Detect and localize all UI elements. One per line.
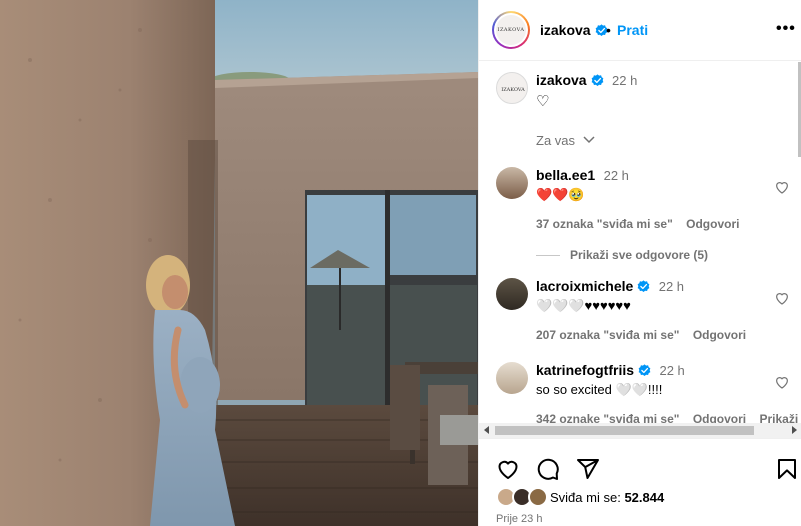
comment-text: ❤️❤️🥹 bbox=[536, 187, 585, 202]
comment-avatar[interactable] bbox=[496, 167, 528, 199]
comment-meta: 207 oznaka "sviđa mi se" Odgovori bbox=[536, 328, 791, 342]
header-username[interactable]: izakova bbox=[540, 22, 608, 38]
caption-time: 22 h bbox=[612, 73, 638, 88]
post-photo[interactable] bbox=[0, 0, 478, 526]
comments-list[interactable]: IZAKOVA izakova 22 h ♡ Za vas bella.ee1 … bbox=[479, 61, 801, 438]
avatar: IZAKOVA bbox=[496, 15, 526, 45]
comment-text: 🤍🤍🤍♥♥♥♥♥♥ bbox=[536, 298, 631, 313]
comment-heart-icon[interactable] bbox=[774, 374, 790, 390]
share-icon[interactable] bbox=[576, 457, 600, 481]
comment-likes[interactable]: 207 oznaka "sviđa mi se" bbox=[536, 328, 679, 342]
comment-username[interactable]: lacroixmichele bbox=[536, 278, 633, 294]
separator-dot: • bbox=[606, 22, 611, 38]
comment-likes[interactable]: 37 oznaka "sviđa mi se" bbox=[536, 217, 673, 231]
post-side-panel: IZAKOVA izakova • Prati ••• IZAKOVA izak… bbox=[478, 0, 801, 526]
bookmark-icon[interactable] bbox=[775, 457, 799, 481]
comment-meta: 37 oznaka "sviđa mi se" Odgovori bbox=[536, 217, 791, 231]
liker-avatar bbox=[528, 487, 548, 507]
scrollbar-thumb[interactable] bbox=[495, 426, 754, 435]
sort-comments-dropdown[interactable]: Za vas bbox=[536, 133, 595, 148]
caption-avatar[interactable]: IZAKOVA bbox=[496, 72, 528, 104]
horizontal-scrollbar[interactable] bbox=[479, 423, 801, 438]
svg-text:IZAKOVA: IZAKOVA bbox=[501, 87, 525, 93]
story-ring[interactable]: IZAKOVA bbox=[492, 11, 530, 49]
likes-prefix: Sviđa mi se: bbox=[550, 490, 621, 505]
comment-text: so so excited 🤍🤍!!!! bbox=[536, 382, 663, 397]
follow-button[interactable]: Prati bbox=[617, 22, 648, 38]
chevron-down-icon bbox=[583, 136, 595, 144]
view-replies-button[interactable]: Prikaži sve odgovore (5) bbox=[536, 248, 708, 262]
post-actions: Sviđa mi se: 52.844 Prije 23 h bbox=[479, 438, 801, 526]
comment-avatar[interactable] bbox=[496, 362, 528, 394]
comment-time: 22 h bbox=[658, 279, 685, 294]
more-icon[interactable]: ••• bbox=[776, 20, 796, 38]
caption-username[interactable]: izakova bbox=[536, 72, 587, 88]
comment-icon[interactable] bbox=[536, 457, 560, 481]
verified-badge-icon bbox=[591, 74, 603, 87]
comment-username[interactable]: bella.ee1 bbox=[536, 167, 595, 183]
comment-heart-icon[interactable] bbox=[774, 179, 790, 195]
reply-button[interactable]: Odgovori bbox=[686, 217, 739, 231]
replies-line bbox=[536, 255, 560, 257]
avatar-logo-icon: IZAKOVA bbox=[501, 87, 525, 93]
comment-time: 22 h bbox=[659, 363, 685, 378]
scroll-left-arrow[interactable] bbox=[484, 426, 489, 434]
post-header: IZAKOVA izakova • Prati ••• bbox=[479, 0, 801, 61]
vertical-scrollbar[interactable] bbox=[797, 62, 801, 438]
likes-count[interactable]: Sviđa mi se: 52.844 bbox=[550, 490, 664, 505]
reply-button[interactable]: Odgovori bbox=[693, 328, 746, 342]
likers-avatars[interactable] bbox=[496, 487, 552, 509]
verified-badge-icon bbox=[637, 280, 650, 293]
sort-label: Za vas bbox=[536, 133, 576, 148]
comment-avatar[interactable] bbox=[496, 278, 528, 310]
comment-username[interactable]: katrinefogtfriis bbox=[536, 362, 634, 378]
view-replies-label: Prikaži sve odgovore (5) bbox=[570, 248, 709, 262]
caption-text: ♡ bbox=[536, 93, 550, 110]
likes-number: 52.844 bbox=[624, 490, 665, 505]
post-photo-image bbox=[0, 0, 478, 526]
comment-time: 22 h bbox=[603, 168, 629, 183]
post-timestamp: Prije 23 h bbox=[496, 513, 543, 525]
username-text[interactable]: izakova bbox=[540, 22, 591, 38]
verified-badge-icon bbox=[638, 364, 651, 377]
heart-icon[interactable] bbox=[496, 457, 520, 481]
comment-heart-icon[interactable] bbox=[774, 290, 790, 306]
